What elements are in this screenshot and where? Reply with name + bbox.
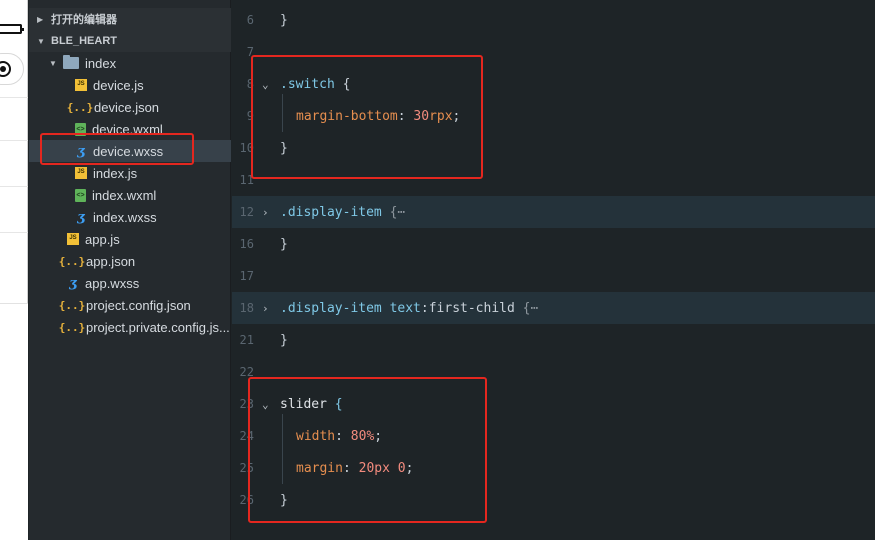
tree-item-label: device.json [94, 99, 160, 115]
divider [0, 97, 28, 98]
simulator-card [0, 303, 28, 540]
json-file-icon: {..} [58, 254, 86, 268]
chevron-right-icon: ▶ [37, 14, 44, 24]
chevron-right-icon[interactable]: › [262, 302, 269, 315]
code-text: } [280, 12, 288, 28]
tree-item-label: index.wxss [93, 209, 157, 225]
code-line: 16 } [232, 228, 875, 260]
simulator-panel [0, 0, 28, 540]
chevron-down-icon: ▼ [49, 58, 57, 68]
tree-item-index-wxml[interactable]: <> index.wxml [29, 184, 231, 206]
wxml-file-icon: <> [75, 188, 86, 202]
tree-item-label: app.json [86, 253, 136, 269]
json-file-icon: {..} [66, 100, 94, 114]
battery-icon [0, 24, 24, 34]
tree-item-index-wxss[interactable]: ʒ index.wxss [29, 206, 231, 228]
tree-item-label: app.js [85, 231, 120, 247]
css-pseudo: :first-child [420, 300, 515, 316]
collapsed-indicator[interactable]: {⋯ [390, 205, 406, 220]
code-text: } [280, 236, 288, 252]
code-line: 17 [232, 260, 875, 292]
collapsed-indicator[interactable]: {⋯ [523, 301, 539, 316]
tree-item-label: index [85, 55, 117, 71]
tree-item-label: app.wxss [85, 275, 140, 291]
wxss-file-icon: ʒ [77, 209, 85, 225]
json-file-icon: {..} [58, 320, 86, 334]
tree-item-label: project.config.json [86, 297, 191, 313]
project-header[interactable]: ▼ BLE_HEART [29, 30, 231, 52]
code-text: .display-item text:first-child {⋯ [280, 301, 538, 316]
js-file-icon: JS [67, 233, 79, 245]
project-label: BLE_HEART [51, 35, 118, 47]
code-editor[interactable]: 6 } 7 8 ⌄ .switch { 9 margin-bottom: 30r… [232, 0, 875, 540]
tree-item-app-js[interactable]: JS app.js [29, 228, 231, 250]
annotation-box [248, 377, 487, 523]
divider [0, 232, 28, 233]
tree-item-label: index.wxml [92, 187, 157, 203]
code-text: } [280, 332, 288, 348]
tree-item-project-config[interactable]: {..} project.config.json [29, 294, 231, 316]
css-selector: .display-item [280, 204, 382, 220]
js-file-icon: JS [75, 167, 87, 179]
line-number: 18 [239, 301, 254, 315]
code-line: 21 } [232, 324, 875, 356]
tree-item-device-js[interactable]: JS device.js [29, 74, 231, 96]
open-editors-label: 打开的编辑器 [51, 14, 117, 26]
tree-item-index[interactable]: ▼ index [29, 52, 231, 74]
chevron-right-icon[interactable]: › [262, 206, 269, 219]
annotation-box [40, 133, 194, 165]
code-line-folded: 18 › .display-item text:first-child {⋯ [232, 292, 875, 324]
tree-item-label: index.js [93, 165, 138, 181]
divider [0, 140, 28, 141]
css-selector: .display-item [280, 300, 382, 316]
folder-icon [63, 55, 79, 69]
annotation-box [251, 55, 483, 179]
chevron-down-icon: ▼ [37, 36, 45, 46]
line-number: 6 [246, 13, 254, 27]
tree-item-label: project.private.config.js... [86, 319, 230, 335]
tree-item-project-private-config[interactable]: {..} project.private.config.js... [29, 316, 231, 338]
wxss-file-icon: ʒ [69, 275, 77, 291]
code-line: 6 } [232, 4, 875, 36]
line-number: 12 [239, 205, 254, 219]
tree-item-index-js[interactable]: JS index.js [29, 162, 231, 184]
css-selector: text [389, 300, 421, 316]
code-text: .display-item {⋯ [280, 205, 405, 220]
line-number: 16 [239, 237, 254, 251]
tree-item-app-json[interactable]: {..} app.json [29, 250, 231, 272]
js-file-icon: JS [75, 79, 87, 91]
line-number: 21 [239, 333, 254, 347]
file-explorer: ▶ 打开的编辑器 ▼ BLE_HEART ▼ index JS device.j… [29, 0, 231, 540]
tree-item-label: device.js [93, 77, 144, 93]
json-file-icon: {..} [58, 298, 86, 312]
line-number: 17 [239, 269, 254, 283]
divider [0, 186, 28, 187]
code-line-folded: 12 › .display-item {⋯ [232, 196, 875, 228]
tree-item-app-wxss[interactable]: ʒ app.wxss [29, 272, 231, 294]
tree-item-device-json[interactable]: {..} device.json [29, 96, 231, 118]
open-editors-header[interactable]: ▶ 打开的编辑器 [29, 8, 231, 30]
